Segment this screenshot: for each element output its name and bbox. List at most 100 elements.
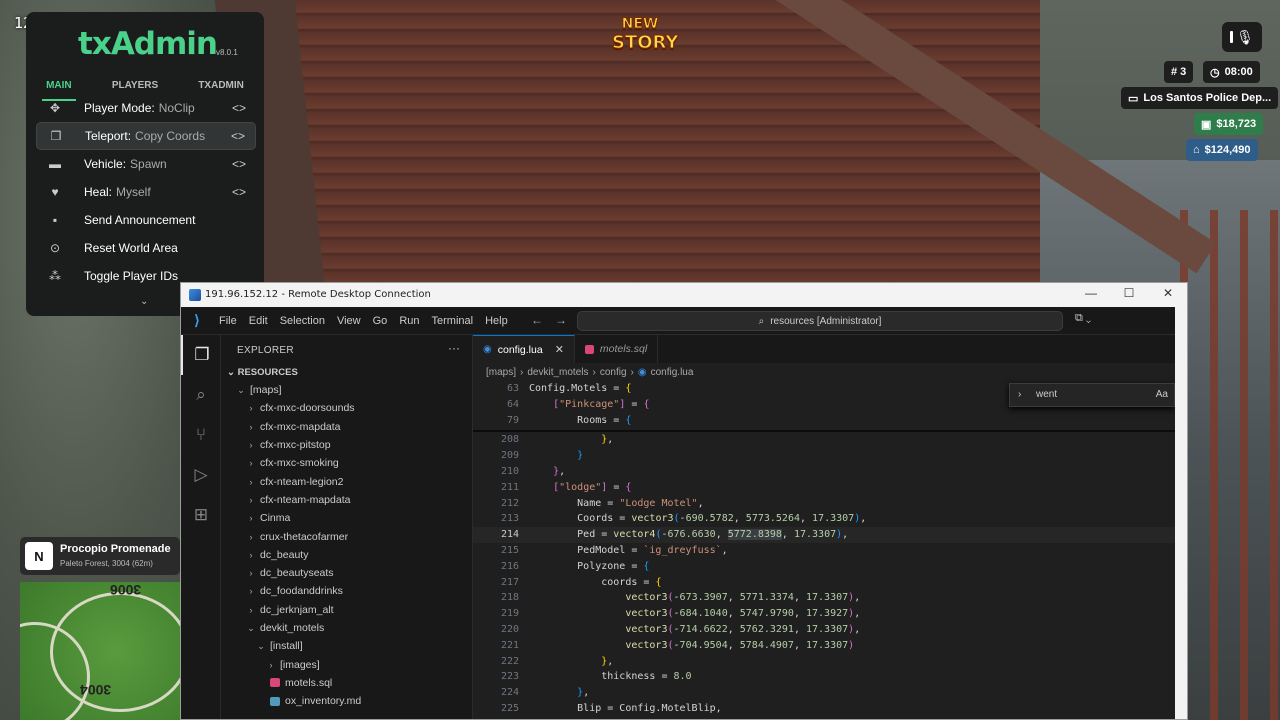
code-line: 223 thickness = 8.0 <box>473 669 1175 685</box>
menu-view[interactable]: View <box>331 315 367 327</box>
more-actions-icon[interactable]: ··· <box>448 341 460 355</box>
code-line: 209 } <box>473 448 1175 464</box>
find-input[interactable]: went <box>1036 389 1057 400</box>
command-center-search[interactable]: ⌕ resources [Administrator] <box>577 311 1063 331</box>
code-line: 225 Blip = Config.MotelBlip, <box>473 701 1175 717</box>
line-source: vector3(-684.1040, 5747.9790, 17.3927), <box>625 608 861 620</box>
menu-run[interactable]: Run <box>393 315 425 327</box>
activity-bar: ❐ ⌕ ⑂ ▷ ⊞ <box>181 335 221 719</box>
menu-file[interactable]: File <box>213 315 243 327</box>
left-right-arrows-icon[interactable]: <> <box>232 157 246 171</box>
vscode-logo-icon: ⟩ <box>194 312 200 328</box>
match-case-button[interactable]: Aa <box>1156 389 1168 400</box>
txadmin-item[interactable]: ▪ Send Announcement <box>36 206 256 234</box>
search-icon[interactable]: ⌕ <box>181 375 221 415</box>
menu-edit[interactable]: Edit <box>243 315 274 327</box>
cash-icon: ▣ <box>1201 118 1212 131</box>
line-number: 225 <box>500 702 519 714</box>
tab-config-lua[interactable]: ◉ config.lua ✕ <box>473 335 575 363</box>
menu-go[interactable]: Go <box>367 315 394 327</box>
chevron-right-icon: › <box>269 659 273 670</box>
minimize-button[interactable]: — <box>1081 286 1101 300</box>
forward-arrow-icon[interactable]: → <box>555 313 567 327</box>
tree-item[interactable]: › cfx-nteam-legion2 <box>221 472 472 490</box>
tree-item[interactable]: ox_inventory.md <box>221 692 472 710</box>
line-number: 215 <box>500 544 519 556</box>
rdp-titlebar: 191.96.152.12 - Remote Desktop Connectio… <box>181 283 1187 307</box>
menu-terminal[interactable]: Terminal <box>426 315 480 327</box>
player-id-badge: # 3 <box>1164 61 1194 83</box>
breadcrumb-item[interactable]: config <box>600 367 627 378</box>
tree-item[interactable]: › dc_jerknjam_alt <box>221 601 472 619</box>
txadmin-item[interactable]: ⊙ Reset World Area <box>36 234 256 262</box>
tree-item[interactable]: › cfx-mxc-pitstop <box>221 436 472 454</box>
breadcrumb-item[interactable]: devkit_motels <box>527 367 588 378</box>
close-icon[interactable]: ✕ <box>555 343 564 356</box>
chevron-down-icon[interactable]: ⌄ <box>140 296 148 307</box>
code-view[interactable]: 63 Config.Motels = {64 ["Pinkcage"] = {79… <box>473 381 1175 717</box>
tree-item[interactable]: › crux-thetacofarmer <box>221 527 472 545</box>
chevron-right-icon: › <box>249 458 253 469</box>
maximize-button[interactable]: ☐ <box>1119 286 1139 300</box>
txadmin-item[interactable]: ❒ Teleport: Copy Coords <> <box>36 122 256 150</box>
source-control-icon[interactable]: ⑂ <box>181 415 221 455</box>
line-source: }, <box>601 434 614 446</box>
markdown-file-icon <box>270 696 280 706</box>
clock-badge: ◷ 08:00 <box>1203 61 1260 83</box>
car-icon: ▬ <box>49 157 61 171</box>
remote-desktop-window: 191.96.152.12 - Remote Desktop Connectio… <box>180 282 1188 720</box>
copilot-icon[interactable]: ⧉ ⌄ <box>1075 312 1091 325</box>
tree-item[interactable]: › dc_beautyseats <box>221 564 472 582</box>
tree-item[interactable]: motels.sql <box>221 674 472 692</box>
menu-selection[interactable]: Selection <box>274 315 331 327</box>
tree-item[interactable]: › dc_foodanddrinks <box>221 582 472 600</box>
tree-item[interactable]: › [images] <box>221 655 472 673</box>
tree-item[interactable]: ⌄ [maps] <box>221 381 472 399</box>
line-source: Polyzone = { <box>529 560 650 572</box>
code-line: 208 }, <box>473 432 1175 448</box>
tab-motels-sql[interactable]: motels.sql <box>575 335 659 363</box>
menu-help[interactable]: Help <box>479 315 514 327</box>
code-line: 221 vector3(-704.9504, 5784.4907, 17.330… <box>473 638 1175 654</box>
line-number: 220 <box>500 623 519 635</box>
breadcrumb-item[interactable]: [maps] <box>486 367 516 378</box>
left-right-arrows-icon[interactable]: <> <box>232 101 246 115</box>
explorer-icon[interactable]: ❐ <box>181 335 221 375</box>
chevron-right-icon: › <box>249 586 253 597</box>
tree-item[interactable]: › dc_beauty <box>221 546 472 564</box>
tree-item[interactable]: › Cinma <box>221 509 472 527</box>
line-number: 218 <box>500 592 519 604</box>
code-line: 218 vector3(-673.3907, 5771.3374, 17.330… <box>473 590 1175 606</box>
line-number: 208 <box>500 434 519 446</box>
tree-item[interactable]: ⌄ [install] <box>221 637 472 655</box>
chevron-right-icon: › <box>249 440 253 451</box>
tree-item[interactable]: › cfx-nteam-mapdata <box>221 491 472 509</box>
tree-item[interactable]: › cfx-mxc-doorsounds <box>221 399 472 417</box>
close-button[interactable]: ✕ <box>1158 286 1178 300</box>
txadmin-version: v8.0.1 <box>216 48 238 57</box>
window-scrollbar[interactable] <box>1175 307 1187 719</box>
location-display: N Procopio Promenade Paleto Forest, 3004… <box>20 537 180 575</box>
extensions-icon[interactable]: ⊞ <box>181 495 221 535</box>
left-right-arrows-icon[interactable]: <> <box>231 129 245 143</box>
txadmin-item[interactable]: ▬ Vehicle: Spawn <> <box>36 150 256 178</box>
run-debug-icon[interactable]: ▷ <box>181 455 221 495</box>
tree-item-label: crux-thetacofarmer <box>260 530 349 543</box>
left-right-arrows-icon[interactable]: <> <box>232 185 246 199</box>
sql-file-icon <box>584 344 594 354</box>
back-arrow-icon[interactable]: ← <box>531 313 543 327</box>
txadmin-item[interactable]: ✥ Player Mode: NoClip <> <box>36 94 256 122</box>
logo-line1: NEW <box>621 16 659 33</box>
txadmin-item-label: Send Announcement <box>84 213 196 227</box>
chevron-right-icon[interactable]: › <box>1018 389 1021 400</box>
line-number: 217 <box>500 576 519 588</box>
breadcrumb: [maps] › devkit_motels › config › ◉ config.… <box>486 367 694 378</box>
tree-item[interactable]: ⌄ devkit_motels <box>221 619 472 637</box>
txadmin-item[interactable]: ♥ Heal: Myself <> <box>36 178 256 206</box>
breadcrumb-item[interactable]: config.lua <box>651 367 694 378</box>
tree-item[interactable]: › cfx-mxc-mapdata <box>221 418 472 436</box>
tree-item[interactable]: › cfx-mxc-smoking <box>221 454 472 472</box>
txadmin-item-label: Player Mode: <box>84 101 155 115</box>
explorer-root[interactable]: ⌄ RESOURCES <box>227 367 298 378</box>
line-number: 64 <box>506 398 519 410</box>
